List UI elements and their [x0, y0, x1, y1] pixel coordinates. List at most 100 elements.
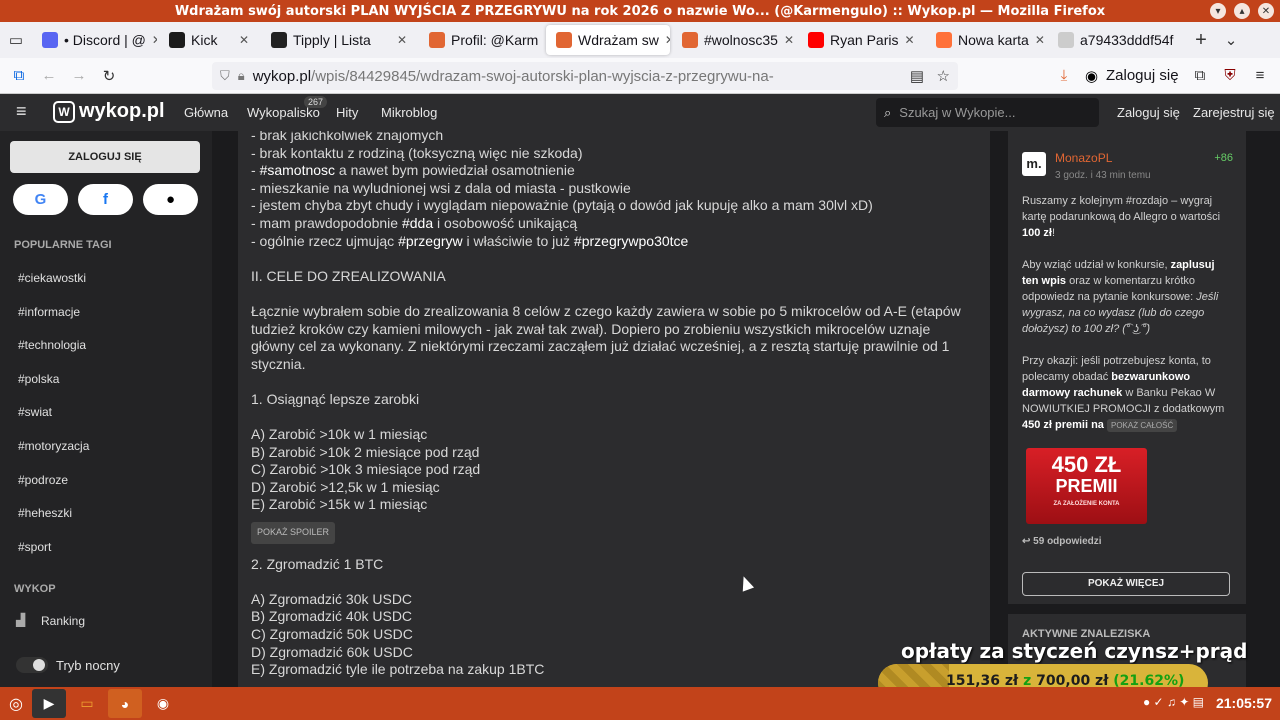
lock-icon[interactable]: 🔒︎ — [238, 68, 245, 84]
browser-tab[interactable]: Kick ✕ — [159, 25, 259, 55]
file-manager-icon[interactable]: ▭ — [70, 689, 104, 718]
close-tab-icon[interactable]: ✕ — [239, 33, 249, 47]
terminal-icon[interactable]: ▶ — [32, 689, 66, 718]
browser-tab[interactable]: Ryan Paris ✕ — [798, 25, 924, 55]
downloads-icon[interactable]: ⤓ — [1049, 67, 1079, 84]
post-paragraph: Łącznie wybrałem sobie do zrealizowania … — [251, 302, 961, 372]
tab-label: #wolnosc35 — [704, 32, 778, 48]
post-line: - #samotnosc a nawet bym powiedział osam… — [251, 162, 575, 179]
replies-link[interactable]: ↩ 59 odpowiedzi — [1022, 534, 1102, 550]
menu-icon[interactable]: ≡ — [1245, 67, 1275, 84]
sponsored-post-text: Ruszamy z kolejnym #rozdajo – wygraj kar… — [1022, 195, 1225, 432]
site-logo[interactable]: W wykop.pl — [53, 100, 165, 123]
forward-button[interactable]: → — [64, 67, 94, 84]
show-all-button[interactable]: POKAŻ CAŁOŚĆ — [1107, 419, 1178, 432]
goal-item: E) Zgromadzić tyle ile potrzeba na zakup… — [251, 661, 545, 678]
wykopalisko-badge: 267 — [304, 96, 328, 108]
hashtag-dda[interactable]: #dda — [402, 215, 433, 231]
google-icon: G — [34, 191, 47, 208]
tab-label: Profil: @Karm — [451, 32, 539, 48]
close-tab-icon[interactable]: ✕ — [1035, 33, 1045, 47]
username[interactable]: MonazoPL — [1055, 150, 1112, 166]
url-path: /wpis/84429845/wdrazam-swoj-autorski-pla… — [311, 67, 774, 85]
new-tab-button[interactable]: + — [1186, 29, 1216, 52]
browser-tab[interactable]: a79433dddf54f✕ — [1048, 25, 1178, 55]
show-spoiler-button[interactable]: POKAŻ SPOILER — [251, 522, 336, 544]
sidebar-tag[interactable]: #informacje — [18, 305, 80, 319]
menu-mikroblog[interactable]: Mikroblog — [381, 105, 437, 120]
firefox-icon[interactable]: ◕ — [108, 689, 142, 718]
url-bar[interactable]: ⛉ 🔒︎ wykop.pl/wpis/84429845/wdrazam-swoj… — [212, 62, 958, 90]
sidebar-toggle-icon[interactable]: ⧉ — [4, 67, 34, 84]
tab-list-icon[interactable]: ▭ — [0, 31, 32, 49]
apple-icon: ● — [165, 191, 176, 208]
post-body: - brak jakichkolwiek znajomych - brak ko… — [251, 131, 971, 679]
left-sidebar: ZALOGUJ SIĘ G f ● POPULARNE TAGI #ciekaw… — [0, 131, 212, 687]
tab-bar: ▭ • Discord | @ ✕ Kick ✕ Tipply | Lista ✕ Prof… — [0, 22, 1280, 58]
sidebar-tag[interactable]: #motoryzacja — [18, 439, 89, 453]
sidebar-tag[interactable]: #technologia — [18, 338, 86, 352]
goal-item: E) Zarobić >15k w 1 miesiąc — [251, 496, 428, 513]
tab-overflow-button[interactable]: ⌄ — [1216, 31, 1246, 49]
facebook-login-button[interactable]: f — [78, 184, 133, 215]
search-input[interactable]: ⌕ Szukaj w Wykopie... — [876, 98, 1099, 127]
sidebar-tag[interactable]: #swiat — [18, 405, 52, 419]
browser-tab[interactable]: Profil: @Karm✕ — [419, 25, 544, 55]
hashtag-samotnosc[interactable]: #samotnosc — [260, 162, 335, 178]
close-tab-icon[interactable]: ✕ — [904, 33, 914, 47]
google-login-button[interactable]: G — [13, 184, 68, 215]
minimize-button[interactable]: ▾ — [1210, 3, 1226, 19]
tray-icons[interactable]: ● ✓ ♫ ✦ ▤ — [1143, 695, 1204, 709]
obs-icon[interactable]: ◉ — [146, 689, 180, 718]
logo-icon: W — [53, 100, 75, 123]
close-tab-icon[interactable]: ✕ — [397, 33, 407, 47]
browser-login-label[interactable]: Zaloguj się — [1106, 67, 1179, 84]
goal-item: D) Zarobić >12,5k w 1 miesiąc — [251, 478, 440, 495]
maximize-button[interactable]: ▴ — [1234, 3, 1250, 19]
ranking-link[interactable]: Ranking — [41, 614, 85, 628]
menu-hity[interactable]: Hity — [336, 105, 358, 120]
close-tab-icon[interactable]: ✕ — [152, 33, 157, 47]
back-button[interactable]: ← — [34, 67, 64, 84]
sidebar-tag[interactable]: #ciekawostki — [18, 271, 86, 285]
header-register-link[interactable]: Zarejestruj się — [1193, 105, 1275, 120]
night-mode-label: Tryb nocny — [56, 658, 120, 673]
sidebar-tag[interactable]: #polska — [18, 372, 59, 386]
promo-image[interactable]: 450 ZŁ PREMII ZA ZAŁOŻENIE KONTA — [1026, 448, 1147, 524]
account-icon[interactable]: ◉ — [1085, 67, 1098, 85]
start-menu-icon[interactable]: ◎ — [4, 689, 28, 718]
close-window-button[interactable]: ✕ — [1258, 3, 1274, 19]
search-icon: ⌕ — [884, 104, 892, 120]
reader-view-icon[interactable]: ▤ — [910, 67, 924, 85]
extensions-icon[interactable]: ⧉ — [1185, 67, 1215, 84]
hamburger-icon[interactable]: ≡ — [16, 101, 27, 122]
ublock-icon[interactable]: ⛨ — [1215, 67, 1245, 84]
apple-login-button[interactable]: ● — [143, 184, 198, 215]
bookmark-star-icon[interactable]: ☆ — [937, 67, 950, 85]
browser-tab[interactable]: Wdrażam sw ✕ — [546, 25, 670, 55]
browser-tab[interactable]: Tipply | Lista ✕ — [261, 25, 417, 55]
hashtag-przegrywpo30tce[interactable]: #przegrywpo30tce — [574, 233, 688, 249]
reload-button[interactable]: ↻ — [94, 67, 124, 85]
wykop-section-title: WYKOP — [14, 583, 56, 595]
close-tab-icon[interactable]: ✕ — [665, 33, 670, 47]
avatar[interactable]: m. — [1022, 152, 1046, 176]
night-mode-toggle[interactable] — [16, 657, 48, 673]
sidebar-tag[interactable]: #sport — [18, 540, 51, 554]
shield-icon[interactable]: ⛉ — [220, 68, 230, 84]
menu-glowna[interactable]: Główna — [184, 105, 228, 120]
section-heading: II. CELE DO ZREALIZOWANIA — [251, 267, 446, 284]
post-content: - brak jakichkolwiek znajomych - brak ko… — [238, 131, 990, 687]
close-tab-icon[interactable]: ✕ — [784, 33, 794, 47]
vote-score[interactable]: +86 — [1214, 150, 1233, 166]
header-login-link[interactable]: Zaloguj się — [1117, 105, 1180, 120]
show-more-button[interactable]: POKAŻ WIĘCEJ — [1022, 572, 1230, 596]
browser-tab[interactable]: • Discord | @ ✕ — [32, 25, 157, 55]
wykop-icon — [682, 32, 698, 48]
login-button[interactable]: ZALOGUJ SIĘ — [10, 141, 200, 173]
sidebar-tag[interactable]: #heheszki — [18, 506, 72, 520]
hashtag-przegryw[interactable]: #przegryw — [398, 233, 463, 249]
browser-tab[interactable]: Nowa karta ✕ — [926, 25, 1046, 55]
browser-tab[interactable]: #wolnosc35 ✕ — [672, 25, 796, 55]
sidebar-tag[interactable]: #podroze — [18, 473, 68, 487]
